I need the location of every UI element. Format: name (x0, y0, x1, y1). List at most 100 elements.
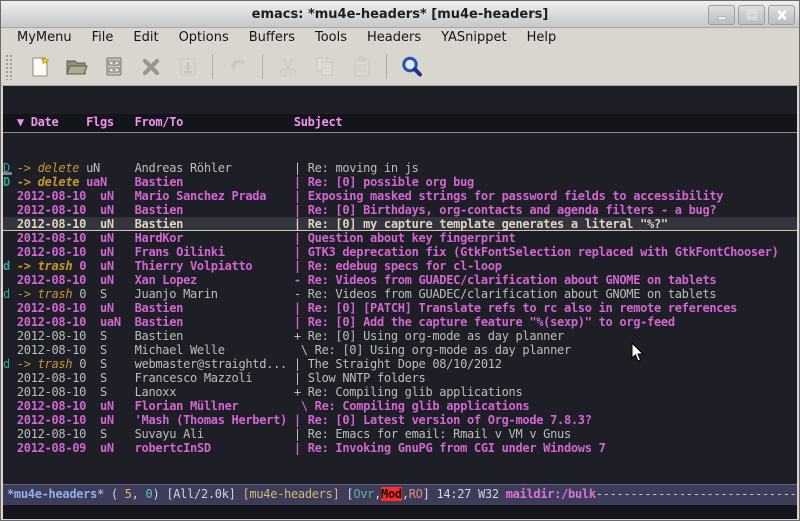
save-toolbar-button[interactable] (95, 51, 132, 82)
date-field: 2012-08-10 (17, 301, 100, 315)
message-row[interactable]: 2012-08-10 S Lanoxx + Re: Compiling glib… (3, 385, 797, 399)
cut-toolbar-button (269, 51, 306, 82)
thread-char: | (294, 441, 308, 455)
thread-char: | (294, 189, 308, 203)
thread-char: | (294, 357, 308, 371)
message-row[interactable]: 2012-08-10 uN Bastien | Re: [0] my captu… (3, 217, 797, 231)
thread-char: | (294, 259, 308, 273)
date-field: 2012-08-10 (17, 329, 100, 343)
subject-field: Re: Emacs for email: Rmail v VM v Gnus (308, 427, 571, 441)
thread-char: + (294, 385, 308, 399)
modeline-segment: , (374, 487, 381, 501)
from-field: Xan Lopez (135, 273, 294, 287)
search-toolbar-button[interactable] (393, 51, 430, 82)
mark-char: d (3, 287, 17, 301)
mark-target: -> trash (17, 357, 72, 371)
modeline-segment: -------------------------------------- (596, 487, 797, 501)
flags-field: uN (100, 399, 135, 413)
subject-field: Re: [0] Using org-mode as day planner (315, 343, 571, 357)
message-row[interactable]: 2012-08-10 uN Bastien | Re: [0] [PATCH] … (3, 301, 797, 315)
mark-char (3, 371, 17, 385)
flags-field: uN (86, 161, 134, 175)
tool-bar (1, 48, 799, 86)
modeline-segment: , (402, 487, 409, 501)
menu-yasnippet[interactable]: YASnippet (431, 28, 517, 48)
menu-tools[interactable]: Tools (305, 28, 357, 48)
save-as-icon (175, 54, 201, 80)
message-row[interactable]: D -> delete uN Andreas Röhler | Re: movi… (3, 161, 797, 175)
message-row[interactable]: d -> trash 0 uN Thierry Volpiatto | Re: … (3, 259, 797, 273)
subject-field: Question about key fingerprint (308, 231, 516, 245)
message-row[interactable]: 2012-08-10 uN HardKor | Question about k… (3, 231, 797, 245)
subject-field: Exposing masked strings for password fie… (308, 189, 723, 203)
toolbar-grip[interactable] (5, 54, 13, 80)
thread-char: | (294, 245, 308, 259)
mark-target: -> trash (17, 259, 72, 273)
mu4e-headers-buffer: ▼ Date Flgs From/To Subject D -> delete … (3, 86, 797, 517)
message-row[interactable]: D -> delete uaN Bastien | Re: [0] possib… (3, 175, 797, 189)
message-row[interactable]: 2012-08-10 S Francesco Mazzoli | Slow NN… (3, 371, 797, 385)
from-field: Bastien (135, 203, 294, 217)
minimize-icon (715, 9, 729, 21)
modeline-segment: Ovr (353, 487, 374, 501)
close-toolbar-button[interactable] (132, 51, 169, 82)
message-row[interactable]: 2012-08-10 S Michael Welle \ Re: [0] Usi… (3, 343, 797, 357)
flags-field: uN (100, 273, 135, 287)
message-row[interactable]: 2012-08-10 uN Bastien | Re: [0] Birthday… (3, 203, 797, 217)
message-row[interactable]: 2012-08-10 uN Xan Lopez - Re: Videos fro… (3, 273, 797, 287)
thread-char: - (294, 287, 308, 301)
date-field: 2012-08-10 (17, 217, 100, 231)
subject-field: Re: [0] Birthdays, org-contacts and agen… (308, 203, 717, 217)
message-row[interactable]: 2012-08-10 uN 'Mash (Thomas Herbert) | R… (3, 413, 797, 427)
message-row[interactable]: 2012-08-10 S Bastien + Re: [0] Using org… (3, 329, 797, 343)
menu-help[interactable]: Help (517, 28, 567, 48)
menu-mymenu[interactable]: MyMenu (7, 28, 82, 48)
close-button[interactable] (768, 5, 795, 25)
maximize-button[interactable] (738, 5, 765, 25)
open-folder-toolbar-button[interactable] (58, 51, 95, 82)
maximize-icon (745, 9, 759, 21)
flags-field: S (100, 343, 135, 357)
message-row[interactable]: 2012-08-10 uN Florian Müllner \ Re: Comp… (3, 399, 797, 413)
thread-char: | (294, 231, 308, 245)
menu-headers[interactable]: Headers (357, 28, 431, 48)
menu-bar: MyMenuFileEditOptionsBuffersToolsHeaders… (1, 28, 799, 48)
message-row[interactable]: 2012-08-10 uN Frans Oilinki | GTK3 depre… (3, 245, 797, 259)
modeline-segment: ( (104, 487, 125, 501)
mark-char (3, 413, 17, 427)
menu-edit[interactable]: Edit (123, 28, 168, 48)
message-row[interactable]: 2012-08-10 S Suvayu Ali | Re: Emacs for … (3, 427, 797, 441)
from-field: Andreas Röhler (135, 161, 294, 175)
minibuffer[interactable] (3, 505, 797, 519)
mark-char (3, 231, 17, 245)
toolbar-separator (212, 54, 213, 79)
mark-char: D (3, 175, 17, 189)
flags-field: uN (100, 245, 135, 259)
flags-field: uaN (100, 315, 135, 329)
thread-char: + (294, 329, 308, 343)
message-row[interactable]: 2012-08-09 uN robertcInSD | Re: Invoking… (3, 441, 797, 455)
thread-char: | (294, 371, 308, 385)
menu-options[interactable]: Options (169, 28, 239, 48)
message-row[interactable]: d -> trash 0 S webmaster@straightd... | … (3, 357, 797, 371)
message-row[interactable]: 2012-08-10 uN Mario Sanchez Prada | Expo… (3, 189, 797, 203)
mark-char (3, 245, 17, 259)
mark-char (3, 385, 17, 399)
message-row[interactable]: d -> trash 0 S Juanjo Marin - Re: Videos… (3, 287, 797, 301)
message-row[interactable]: 2012-08-10 uaN Bastien | Re: [0] Add the… (3, 315, 797, 329)
flags-field: uaN (86, 175, 134, 189)
date-field: 2012-08-10 (17, 245, 100, 259)
modeline-segment: 5 (125, 487, 132, 501)
minimize-button[interactable] (708, 5, 735, 25)
from-field: Florian Müllner (135, 399, 294, 413)
title-bar[interactable]: emacs: *mu4e-headers* [mu4e-headers] (1, 1, 799, 28)
menu-buffers[interactable]: Buffers (239, 28, 305, 48)
new-file-toolbar-button[interactable] (21, 51, 58, 82)
headers-column-header[interactable]: ▼ Date Flgs From/To Subject (3, 114, 797, 133)
mark-char (3, 329, 17, 343)
thread-char: | (294, 413, 308, 427)
menu-file[interactable]: File (82, 28, 124, 48)
from-field: Francesco Mazzoli (135, 371, 294, 385)
flags-field: S (100, 385, 135, 399)
from-field: Frans Oilinki (135, 245, 294, 259)
